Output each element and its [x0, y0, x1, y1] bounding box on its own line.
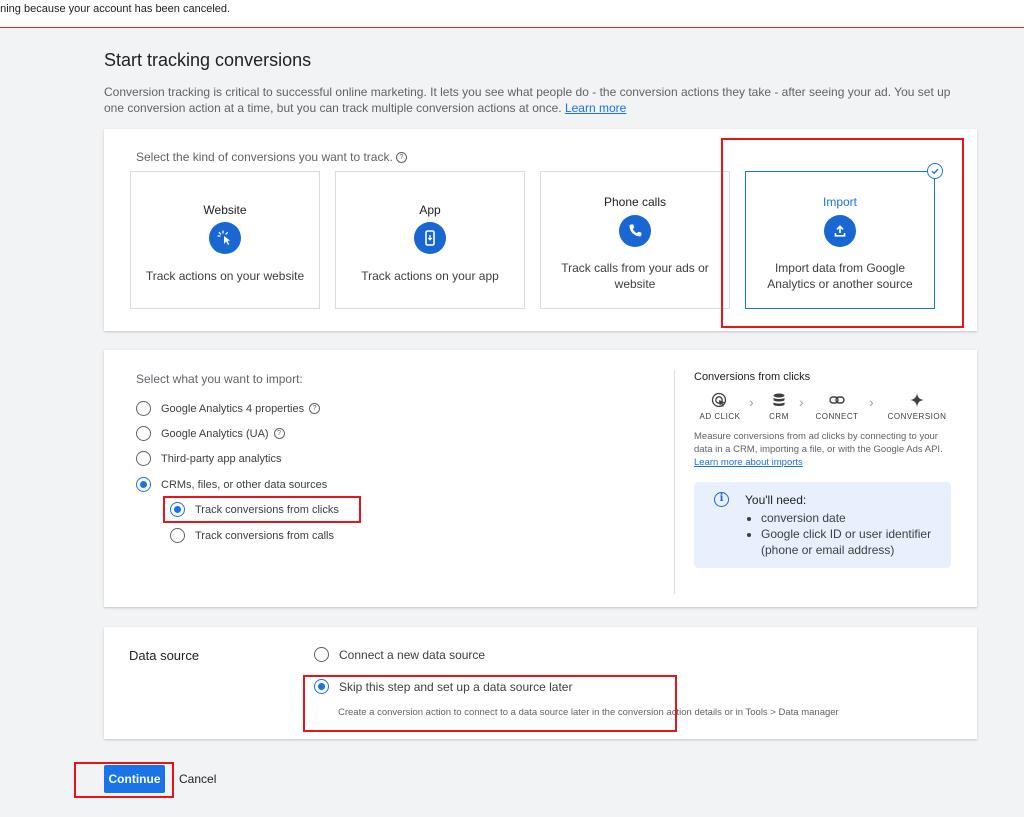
radio-connect-new-source[interactable]: Connect a new data source — [314, 647, 485, 662]
chevron-right-icon: › — [869, 394, 874, 410]
requirement-item: Google click ID or user identifier (phon… — [761, 526, 951, 558]
skip-description: Create a conversion action to connect to… — [338, 707, 839, 718]
radio-label: Skip this step and set up a data source … — [339, 679, 573, 694]
mobile-app-icon — [414, 222, 446, 254]
tile-import-title: Import — [822, 195, 857, 209]
data-source-card: Data source Connect a new data source Sk… — [104, 627, 977, 739]
learn-more-imports-link[interactable]: Learn more about imports — [694, 457, 803, 468]
vertical-divider — [674, 370, 675, 594]
tile-app[interactable]: App Track actions on your app — [335, 171, 525, 309]
radio-button[interactable] — [170, 502, 185, 517]
chevron-right-icon: › — [749, 394, 754, 410]
conversion-type-prompt-text: Select the kind of conversions you want … — [136, 150, 393, 164]
radio-button[interactable] — [136, 477, 151, 492]
import-prompt: Select what you want to import: — [136, 372, 303, 386]
flow-description: Measure conversions from ad clicks by co… — [694, 430, 949, 469]
cursor-click-icon — [209, 222, 241, 254]
ad-click-icon — [711, 392, 727, 408]
radio-button[interactable] — [136, 401, 151, 416]
chevron-right-icon: › — [799, 394, 804, 410]
flow-step-label: CRM — [769, 412, 789, 421]
radio-button[interactable] — [136, 426, 151, 441]
radio-label: Connect a new data source — [339, 647, 486, 662]
requirements-title: You'll need: — [745, 493, 807, 507]
radio-button[interactable] — [170, 528, 185, 543]
tile-import-desc: Import data from Google Analytics or ano… — [767, 261, 913, 291]
tile-phone-calls-title: Phone calls — [603, 195, 667, 209]
tile-import[interactable]: Import Import data from Google Analytics… — [745, 163, 943, 309]
flow-step-label: AD CLICK — [699, 412, 741, 421]
help-circle-icon[interactable]: ? — [273, 428, 285, 439]
tile-website[interactable]: Website Track actions on your website — [130, 171, 320, 309]
flow-title: Conversions from clicks — [694, 371, 811, 383]
radio-label: CRMs, files, or other data sources — [161, 478, 328, 491]
phone-icon — [619, 215, 651, 247]
radio-button[interactable] — [136, 451, 151, 466]
check-circle-icon — [927, 163, 943, 179]
radio-label: Google Analytics 4 properties — [161, 402, 305, 415]
radio-label: Track conversions from clicks — [195, 503, 339, 516]
database-icon — [773, 393, 785, 406]
flow-step-ad-click: AD CLICK — [696, 392, 744, 421]
banner-text: nning because your account has been canc… — [0, 3, 231, 15]
flow-step-connect: CONNECT — [812, 392, 862, 421]
radio-ga-ua[interactable]: Google Analytics (UA) ? — [136, 426, 285, 441]
radio-label: Third-party app analytics — [161, 452, 282, 465]
tile-website-desc: Track actions on your website — [145, 269, 305, 283]
flow-step-label: CONVERSION — [887, 412, 947, 421]
requirements-list: conversion date Google click ID or user … — [748, 510, 951, 558]
requirements-box: i You'll need: conversion date Google cl… — [694, 482, 951, 568]
radio-third-party-analytics[interactable]: Third-party app analytics — [136, 451, 281, 466]
radio-button[interactable] — [314, 647, 329, 662]
data-source-label: Data source — [129, 648, 200, 663]
continue-button[interactable]: Continue — [104, 765, 165, 793]
radio-skip-data-source[interactable]: Skip this step and set up a data source … — [314, 679, 572, 694]
account-canceled-banner: nning because your account has been canc… — [0, 0, 1024, 28]
help-circle-icon[interactable]: ? — [395, 152, 407, 163]
learn-more-link[interactable]: Learn more — [565, 101, 626, 115]
radio-crm-files[interactable]: CRMs, files, or other data sources — [136, 477, 327, 492]
conversion-type-prompt: Select the kind of conversions you want … — [136, 150, 407, 164]
import-options-card: Select what you want to import: Google A… — [104, 350, 977, 607]
tile-app-desc: Track actions on your app — [361, 269, 499, 283]
radio-button[interactable] — [314, 679, 329, 694]
upload-icon — [824, 215, 856, 247]
tile-phone-calls-desc: Track calls from your ads or website — [561, 261, 709, 291]
flow-step-conversion: CONVERSION — [884, 392, 950, 421]
radio-ga4-properties[interactable]: Google Analytics 4 properties ? — [136, 401, 321, 416]
tile-website-title: Website — [203, 203, 247, 217]
sparkle-icon — [910, 393, 924, 407]
cancel-button[interactable]: Cancel — [175, 765, 220, 793]
flow-step-crm: CRM — [764, 392, 794, 421]
radio-track-from-calls[interactable]: Track conversions from calls — [170, 528, 334, 543]
link-icon — [829, 396, 845, 404]
radio-label: Track conversions from calls — [195, 529, 334, 542]
flow-description-text: Measure conversions from ad clicks by co… — [694, 431, 943, 455]
intro-body: Conversion tracking is critical to succe… — [104, 85, 951, 115]
info-icon: i — [714, 492, 729, 507]
radio-track-from-clicks[interactable]: Track conversions from clicks — [170, 502, 339, 517]
tile-app-title: App — [419, 203, 441, 217]
help-circle-icon[interactable]: ? — [309, 403, 321, 414]
tile-phone-calls[interactable]: Phone calls Track calls from your ads or… — [540, 171, 730, 309]
flow-step-label: CONNECT — [815, 412, 859, 421]
conversion-type-card: Select the kind of conversions you want … — [104, 129, 977, 331]
intro-text: Conversion tracking is critical to succe… — [104, 84, 964, 116]
radio-label: Google Analytics (UA) — [161, 427, 269, 440]
requirement-item: conversion date — [761, 510, 951, 526]
page-title: Start tracking conversions — [104, 50, 312, 70]
